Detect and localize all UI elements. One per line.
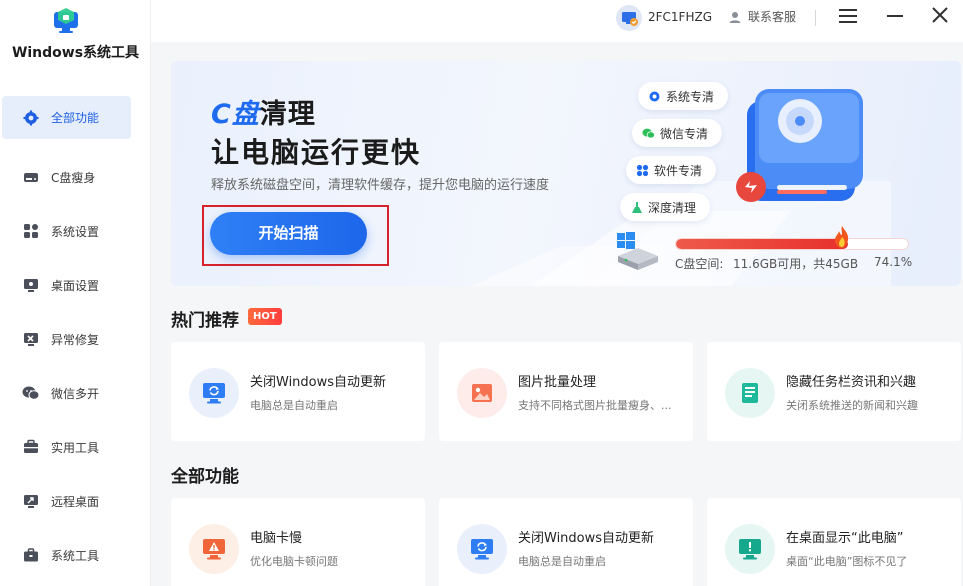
software-clean-tag[interactable]: 软件专清 bbox=[626, 156, 717, 184]
close-icon[interactable] bbox=[929, 4, 951, 26]
support-label: 联系客服 bbox=[748, 10, 797, 24]
refresh-monitor-icon bbox=[189, 368, 239, 418]
sidebar-item-system-tools[interactable]: 系统工具 bbox=[0, 528, 151, 582]
hero-subtitle: 让电脑运行更快 bbox=[211, 136, 422, 169]
hero-title-accent: C盘 bbox=[211, 99, 260, 130]
warning-monitor-icon bbox=[189, 524, 239, 574]
sidebar-item-utilities[interactable]: 实用工具 bbox=[0, 420, 151, 474]
tag-label: 系统专清 bbox=[666, 89, 715, 104]
all-features-heading: 全部功能 bbox=[171, 467, 239, 487]
hero-title-rest: 清理 bbox=[259, 99, 316, 130]
sidebar-item-label: C盘瘦身 bbox=[51, 170, 96, 185]
sidebar-item-repair[interactable]: 异常修复 bbox=[0, 312, 151, 366]
c-space-percent: 74.1% bbox=[874, 255, 913, 269]
card-slow-computer[interactable]: 电脑卡慢 优化电脑卡顿问题 bbox=[171, 498, 425, 586]
c-space-used: 11.6GB可用，共45GB bbox=[733, 257, 859, 271]
monitor-icon bbox=[22, 276, 40, 294]
sidebar-item-label: 异常修复 bbox=[51, 332, 100, 347]
user-id[interactable]: 2FC1FHZG bbox=[648, 10, 712, 24]
deep-clean-tag[interactable]: 深度清理 bbox=[620, 193, 711, 221]
card-title: 隐藏任务栏资讯和兴趣 bbox=[786, 375, 917, 390]
wechat-icon bbox=[642, 127, 655, 140]
news-icon bbox=[725, 368, 775, 418]
system-clean-tag[interactable]: 系统专清 bbox=[638, 82, 729, 110]
sidebar-item-label: 实用工具 bbox=[51, 440, 100, 455]
hot-section-heading: 热门推荐 bbox=[171, 311, 239, 331]
c-drive-usage-bar bbox=[675, 238, 909, 250]
refresh-monitor-icon bbox=[457, 524, 507, 574]
sidebar-item-label: 系统工具 bbox=[51, 548, 100, 563]
tag-label: 微信专清 bbox=[660, 126, 709, 141]
gear-icon bbox=[648, 90, 661, 103]
drive-icon bbox=[22, 168, 40, 186]
card-title: 关闭Windows自动更新 bbox=[518, 531, 655, 546]
remote-desktop-icon bbox=[22, 492, 40, 510]
card-description: 电脑总是自动重启 bbox=[250, 399, 338, 412]
card-disable-windows-update[interactable]: 关闭Windows自动更新 电脑总是自动重启 bbox=[171, 342, 425, 441]
c-drive-usage-fill bbox=[676, 239, 848, 249]
sidebar-item-system-settings[interactable]: 系统设置 bbox=[0, 204, 151, 258]
hero-title: C盘清理 bbox=[211, 92, 316, 131]
card-description: 优化电脑卡顿问题 bbox=[250, 555, 338, 568]
sidebar-item-label: 桌面设置 bbox=[51, 278, 100, 293]
repair-icon bbox=[22, 330, 40, 348]
contact-support-link[interactable]: 联系客服 bbox=[728, 8, 796, 25]
toolbox-icon bbox=[22, 438, 40, 456]
hard-disk-illustration-icon bbox=[736, 89, 863, 202]
sidebar-item-remote-desktop[interactable]: 远程桌面 bbox=[0, 474, 151, 528]
start-scan-button[interactable]: 开始扫描 bbox=[210, 212, 367, 255]
sidebar-item-label: 系统设置 bbox=[51, 224, 100, 239]
card-disable-windows-update-2[interactable]: 关闭Windows自动更新 电脑总是自动重启 bbox=[439, 498, 693, 586]
apps-icon bbox=[636, 164, 649, 177]
card-hide-taskbar-news[interactable]: 隐藏任务栏资讯和兴趣 关闭系统推送的新闻和兴趣 bbox=[707, 342, 961, 441]
sidebar-item-wechat-multi[interactable]: 微信多开 bbox=[0, 366, 151, 420]
card-description: 电脑总是自动重启 bbox=[518, 555, 606, 568]
flame-icon bbox=[835, 226, 849, 248]
windows-drive-icon bbox=[617, 232, 658, 270]
card-title: 电脑卡慢 bbox=[250, 531, 303, 546]
card-title: 关闭Windows自动更新 bbox=[250, 375, 387, 390]
support-agent-icon bbox=[729, 11, 741, 23]
sidebar: Windows系统工具 全部功能 C盘瘦身 系统设置 桌面设置 异常修复 微信多… bbox=[0, 0, 151, 586]
grid-icon bbox=[22, 222, 40, 240]
tag-label: 软件专清 bbox=[654, 163, 703, 178]
wechat-clean-tag[interactable]: 微信专清 bbox=[632, 119, 723, 147]
menu-icon[interactable] bbox=[837, 6, 859, 26]
sidebar-item-label: 全部功能 bbox=[51, 111, 100, 125]
sidebar-item-label: 微信多开 bbox=[51, 386, 100, 401]
image-icon bbox=[457, 368, 507, 418]
briefcase-icon bbox=[22, 546, 40, 564]
top-bar: 2FC1FHZG 联系客服 bbox=[151, 0, 963, 42]
minimize-icon[interactable] bbox=[884, 6, 906, 26]
sidebar-item-label: 远程桌面 bbox=[51, 494, 100, 509]
c-drive-cleanup-banner: C盘清理 让电脑运行更快 释放系统磁盘空间，清理软件缓存，提升您电脑的运行速度 … bbox=[171, 61, 961, 286]
app-logo-icon bbox=[52, 6, 82, 36]
c-space-label: C盘空间: bbox=[675, 257, 724, 271]
card-show-this-pc[interactable]: 在桌面显示“此电脑” 桌面“此电脑”图标不见了 bbox=[707, 498, 961, 586]
card-title: 在桌面显示“此电脑” bbox=[786, 531, 904, 546]
card-description: 桌面“此电脑”图标不见了 bbox=[786, 555, 908, 568]
card-title: 图片批量处理 bbox=[518, 375, 597, 390]
user-avatar[interactable] bbox=[616, 5, 642, 31]
card-batch-image-processing[interactable]: 图片批量处理 支持不同格式图片批量瘦身、... bbox=[439, 342, 693, 441]
card-description: 关闭系统推送的新闻和兴趣 bbox=[786, 399, 918, 412]
tag-label: 深度清理 bbox=[648, 200, 697, 215]
app-title: Windows系统工具 bbox=[11, 45, 140, 61]
sidebar-item-c-drive-slim[interactable]: C盘瘦身 bbox=[0, 150, 151, 204]
hero-description: 释放系统磁盘空间，清理软件缓存，提升您电脑的运行速度 bbox=[211, 178, 550, 193]
toolbar-divider bbox=[815, 10, 816, 26]
broom-icon bbox=[630, 201, 643, 214]
alert-monitor-icon bbox=[725, 524, 775, 574]
sidebar-item-all-features[interactable]: 全部功能 bbox=[0, 96, 151, 139]
gear-icon bbox=[22, 109, 40, 127]
hot-badge: HOT bbox=[248, 308, 282, 325]
card-description: 支持不同格式图片批量瘦身、... bbox=[518, 399, 672, 412]
sidebar-item-desktop-settings[interactable]: 桌面设置 bbox=[0, 258, 151, 312]
wechat-icon bbox=[22, 384, 40, 402]
sidebar-nav: 全部功能 C盘瘦身 系统设置 桌面设置 异常修复 微信多开 实用工具 远程桌面 … bbox=[0, 96, 151, 582]
